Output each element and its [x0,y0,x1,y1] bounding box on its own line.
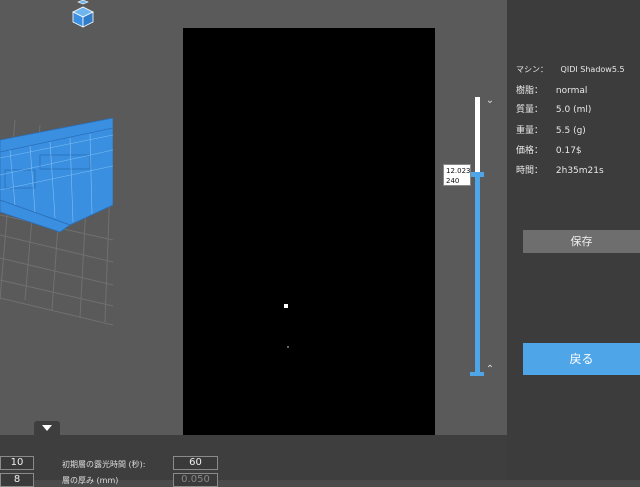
machine-value: QIDI Shadow5.5 [560,65,625,74]
ship-model [0,117,113,233]
time-value: 2h35m21s [555,166,604,176]
slice-pixel [287,346,289,348]
setting-field-1[interactable]: 10 [0,456,34,470]
time-info: 時間： 2h35m21s [516,163,604,176]
price-info: 価格： 0.17$ [516,143,582,156]
chevron-up-icon[interactable]: ⌃ [484,364,496,376]
machine-info: マシン： QIDI Shadow5.5 [516,64,625,75]
layer-number-value: 240 [446,177,460,185]
layer-thickness-label: 層の厚み (mm) [62,476,119,485]
resin-info: 樹脂： normal [516,83,587,96]
weight-info: 重量： 5.5 (g) [516,123,586,136]
price-label: 価格： [516,146,544,156]
slice-pixel [284,304,288,308]
price-value: 0.17$ [555,146,582,156]
layer-slider-fill [475,175,480,375]
machine-label: マシン： [516,65,548,74]
layer-thickness-input[interactable]: 0.050 [173,473,218,487]
layer-slider-bottom-handle[interactable] [470,372,484,376]
3d-viewport[interactable] [0,0,113,435]
triangle-down-icon [42,425,52,431]
layer-slider-handle[interactable] [470,172,484,177]
slice-layer-image [183,28,435,435]
save-button[interactable]: 保存 [523,230,640,253]
layer-tooltip: 12.023 240 [443,164,471,186]
initial-exposure-input[interactable]: 60 [173,456,218,470]
volume-label: 質量： [516,105,544,115]
resin-label: 樹脂： [516,86,544,96]
resin-value: normal [555,86,588,96]
panel-collapse-toggle[interactable] [34,421,60,435]
volume-info: 質量： 5.0 (ml) [516,102,591,115]
chevron-down-icon[interactable]: ⌄ [484,95,496,107]
back-button[interactable]: 戻る [523,343,640,375]
initial-exposure-label: 初期層の露光時間 (秒): [62,460,146,469]
setting-field-2[interactable]: 8 [0,473,34,487]
weight-label: 重量： [516,126,544,136]
layer-height-value: 12.023 [446,167,471,175]
build-plate-grid [0,117,113,326]
volume-value: 5.0 (ml) [555,105,592,115]
weight-value: 5.5 (g) [555,126,586,136]
view-cube-icon[interactable] [70,0,104,28]
time-label: 時間： [516,166,544,176]
print-settings-panel [0,435,507,480]
